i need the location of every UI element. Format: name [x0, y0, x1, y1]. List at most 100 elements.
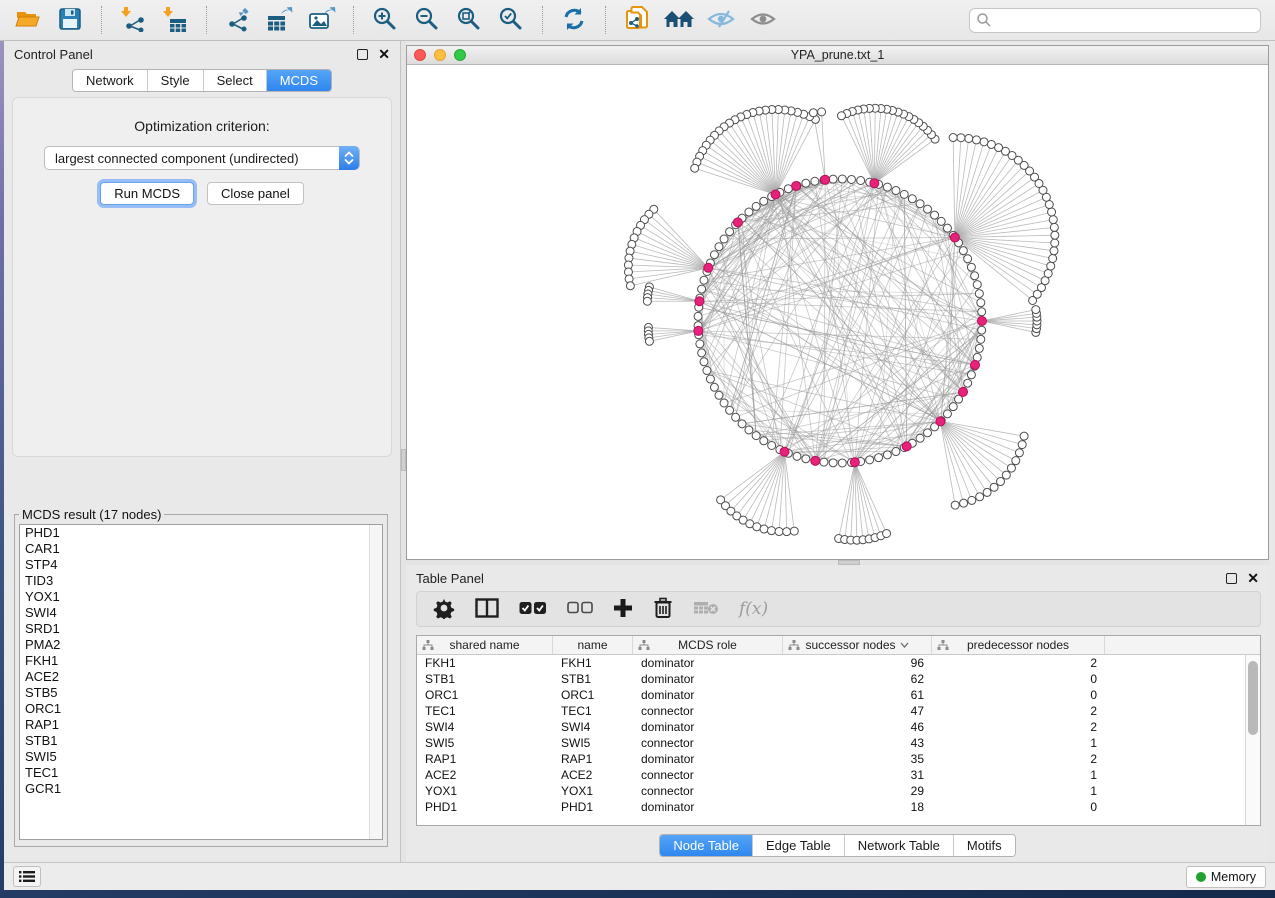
- close-icon[interactable]: ✕: [378, 49, 390, 60]
- export-network-button[interactable]: [220, 4, 256, 36]
- list-item[interactable]: SWI5: [20, 749, 382, 765]
- show-hidden-button[interactable]: [745, 4, 781, 36]
- list-item[interactable]: RAP1: [20, 717, 382, 733]
- table-cell: 0: [932, 799, 1105, 815]
- save-icon: [58, 7, 82, 34]
- list-item[interactable]: ACE2: [20, 669, 382, 685]
- table-cell: SWI5: [417, 735, 553, 751]
- zoom-fit-button[interactable]: [451, 4, 487, 36]
- mcds-result-list[interactable]: PHD1CAR1STP4TID3YOX1SWI4SRD1PMA2FKH1ACE2…: [19, 524, 383, 840]
- column-header-predecessor-nodes[interactable]: predecessor nodes: [932, 636, 1105, 654]
- tab-style[interactable]: Style: [147, 70, 203, 91]
- table-row[interactable]: TEC1TEC1connector472: [417, 703, 1260, 719]
- network-title: YPA_prune.txt_1: [407, 48, 1268, 62]
- network-canvas[interactable]: [407, 65, 1268, 559]
- deselect-all-button[interactable]: [567, 596, 593, 622]
- table-settings-button[interactable]: [433, 596, 455, 622]
- list-item[interactable]: PMA2: [20, 637, 382, 653]
- list-item[interactable]: TEC1: [20, 765, 382, 781]
- float-window-icon[interactable]: [357, 49, 368, 60]
- table-cell: dominator: [633, 799, 783, 815]
- table-row[interactable]: PHD1PHD1dominator180: [417, 799, 1260, 815]
- table-scrollbar[interactable]: [1245, 655, 1260, 825]
- network-titlebar: YPA_prune.txt_1: [407, 46, 1268, 65]
- add-column-button[interactable]: [613, 596, 633, 622]
- table-row[interactable]: RAP1RAP1dominator352: [417, 751, 1260, 767]
- dropdown-value: largest connected component (undirected): [55, 151, 299, 166]
- list-scrollbar[interactable]: [369, 525, 382, 839]
- table-cell: connector: [633, 767, 783, 783]
- show-all-button[interactable]: [661, 4, 697, 36]
- table-row[interactable]: FKH1FKH1dominator962: [417, 655, 1260, 671]
- zoom-in-button[interactable]: [367, 4, 403, 36]
- open-file-button[interactable]: [10, 4, 46, 36]
- table-row[interactable]: ORC1ORC1dominator610: [417, 687, 1260, 703]
- table-cell: STB1: [553, 671, 633, 687]
- scrollbar-thumb[interactable]: [1248, 661, 1258, 735]
- table-row[interactable]: YOX1YOX1connector291: [417, 783, 1260, 799]
- table-row[interactable]: ACE2ACE2connector311: [417, 767, 1260, 783]
- task-history-button[interactable]: [13, 866, 41, 887]
- table-row[interactable]: SWI5SWI5connector431: [417, 735, 1260, 751]
- hide-selected-button[interactable]: [703, 4, 739, 36]
- table-cell: dominator: [633, 751, 783, 767]
- list-item[interactable]: STP4: [20, 557, 382, 573]
- column-header-shared-name[interactable]: shared name: [417, 636, 553, 654]
- search-input[interactable]: [969, 8, 1261, 33]
- tab-edge-table[interactable]: Edge Table: [752, 835, 844, 856]
- float-window-icon[interactable]: [1226, 573, 1237, 584]
- zoom-selected-button[interactable]: [493, 4, 529, 36]
- list-item[interactable]: GCR1: [20, 781, 382, 797]
- function-builder-button[interactable]: f(x): [739, 596, 768, 622]
- new-network-from-selection-button[interactable]: [619, 4, 655, 36]
- table-cell: 29: [783, 783, 932, 799]
- close-icon[interactable]: ✕: [1247, 573, 1259, 584]
- refresh-layout-button[interactable]: [556, 4, 592, 36]
- save-session-button[interactable]: [52, 4, 88, 36]
- open-folder-icon: [14, 7, 42, 34]
- unchecked-boxes-icon: [567, 601, 593, 617]
- list-item[interactable]: YOX1: [20, 589, 382, 605]
- tab-mcds[interactable]: MCDS: [266, 70, 331, 91]
- close-panel-button[interactable]: Close panel: [207, 182, 304, 205]
- list-item[interactable]: TID3: [20, 573, 382, 589]
- list-item[interactable]: ORC1: [20, 701, 382, 717]
- list-item[interactable]: STB5: [20, 685, 382, 701]
- list-item[interactable]: CAR1: [20, 541, 382, 557]
- import-table-button[interactable]: [157, 4, 193, 36]
- table-row[interactable]: SWI4SWI4dominator462: [417, 719, 1260, 735]
- column-header-mcds-role[interactable]: MCDS role: [633, 636, 783, 654]
- table-delete-icon: [693, 600, 719, 619]
- column-header-name[interactable]: name: [553, 636, 633, 654]
- zoom-out-button[interactable]: [409, 4, 445, 36]
- list-item[interactable]: SWI4: [20, 605, 382, 621]
- table-row[interactable]: STB1STB1dominator620: [417, 671, 1260, 687]
- toolbar-separator: [542, 6, 543, 34]
- tab-select[interactable]: Select: [203, 70, 266, 91]
- optimization-criterion-dropdown[interactable]: largest connected component (undirected): [44, 146, 360, 170]
- status-bar: Memory: [4, 862, 1275, 890]
- column-header-successor-nodes[interactable]: successor nodes: [783, 636, 932, 654]
- run-mcds-button[interactable]: Run MCDS: [100, 182, 194, 205]
- delete-column-button[interactable]: [653, 596, 673, 622]
- tab-motifs[interactable]: Motifs: [953, 835, 1015, 856]
- export-table-button[interactable]: [262, 4, 298, 36]
- select-all-button[interactable]: [519, 596, 547, 622]
- list-item[interactable]: PHD1: [20, 525, 382, 541]
- tab-node-table[interactable]: Node Table: [660, 835, 752, 856]
- export-table-icon: [266, 6, 294, 35]
- export-image-button[interactable]: [304, 4, 340, 36]
- import-network-button[interactable]: [115, 4, 151, 36]
- side-panel-button[interactable]: [475, 596, 499, 622]
- memory-button[interactable]: Memory: [1186, 866, 1266, 888]
- tab-network[interactable]: Network: [73, 70, 147, 91]
- main-toolbar: [0, 0, 1275, 41]
- list-item[interactable]: STB1: [20, 733, 382, 749]
- tab-network-table[interactable]: Network Table: [844, 835, 953, 856]
- table-cell: 0: [932, 687, 1105, 703]
- table-cell: connector: [633, 783, 783, 799]
- list-item[interactable]: FKH1: [20, 653, 382, 669]
- list-item[interactable]: SRD1: [20, 621, 382, 637]
- table-cell: 1: [932, 767, 1105, 783]
- delete-table-button[interactable]: [693, 596, 719, 622]
